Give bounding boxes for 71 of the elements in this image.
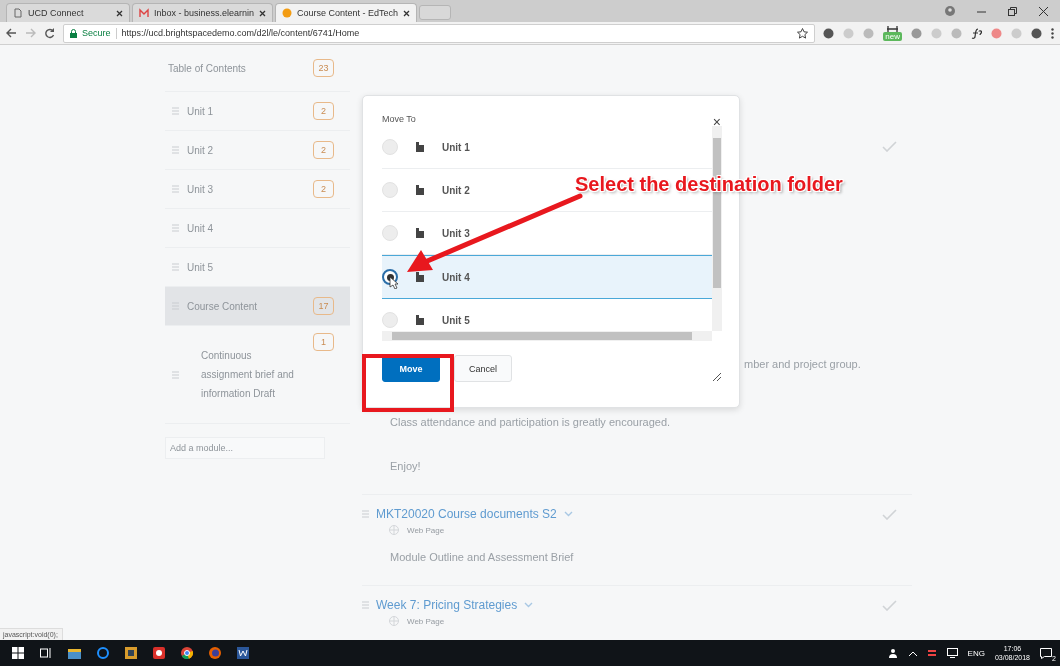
page-icon (13, 8, 23, 18)
close-icon[interactable] (1039, 6, 1048, 16)
browser-tab[interactable]: Inbox - business.elearnin (132, 3, 274, 22)
extension-icon[interactable] (1031, 27, 1042, 39)
description-text: Class attendance and participation is greatly encouraged. (390, 416, 671, 428)
restore-icon[interactable] (1008, 6, 1017, 16)
language-indicator[interactable]: ENG (967, 648, 985, 658)
binder-icon (416, 272, 424, 282)
topic-type: Web Page (407, 525, 445, 535)
description-text: Enjoy! (390, 460, 421, 472)
close-icon[interactable] (259, 9, 267, 17)
check-icon (882, 141, 897, 152)
folder-icon[interactable] (68, 647, 81, 659)
binder-icon (416, 185, 424, 195)
close-button[interactable]: × (712, 114, 721, 130)
chrome-logo-icon[interactable] (181, 647, 193, 659)
count-badge: 2 (313, 102, 334, 120)
topic-description: Module Outline and Assessment Brief (390, 551, 574, 563)
topic-type: Web Page (407, 616, 445, 626)
count-badge: 1 (313, 333, 334, 351)
folder-option[interactable]: Unit 5 (382, 312, 470, 328)
extension-icon[interactable] (823, 27, 835, 39)
binder-icon (416, 315, 424, 325)
binder-icon (416, 228, 424, 238)
caret-up-icon[interactable] (908, 650, 917, 656)
task-view-icon[interactable] (40, 647, 52, 659)
more-menu-icon[interactable] (1051, 27, 1054, 39)
profile-icon[interactable] (945, 6, 955, 16)
secure-label: Secure (82, 28, 111, 38)
mail-icon (139, 8, 149, 18)
binder-icon (416, 142, 424, 152)
windows-logo-icon[interactable] (12, 647, 24, 659)
lock-icon (70, 28, 77, 38)
reload-icon[interactable] (44, 27, 55, 39)
ruler-icon (887, 25, 899, 32)
star-icon[interactable] (797, 27, 809, 39)
new-badge: new (883, 31, 902, 41)
check-icon (882, 599, 897, 611)
browser-tab[interactable]: Course Content - EdTech (275, 3, 418, 22)
close-icon[interactable] (403, 9, 411, 17)
cancel-button[interactable]: Cancel (454, 355, 512, 382)
folder-option[interactable]: Unit 3 (382, 225, 470, 241)
url-text: https://ucd.brightspacedemo.com/d2l/le/content/6741/Home (121, 28, 360, 38)
check-icon (882, 508, 897, 520)
people-icon[interactable] (888, 648, 899, 658)
address-bar[interactable]: Secure https://ucd.brightspacedemo.com/d2l/le/content/6741/Home (63, 23, 816, 43)
count-badge: 2 (313, 180, 334, 198)
firefox-logo-icon[interactable] (209, 647, 221, 659)
browser-tab[interactable]: UCD Connect (6, 3, 130, 22)
pointer-cursor-icon (389, 276, 398, 289)
word-logo-icon[interactable] (237, 647, 249, 659)
horizontal-scrollbar[interactable] (382, 331, 712, 341)
app-icon[interactable] (153, 647, 165, 659)
monitor-icon[interactable] (946, 648, 958, 658)
circle-icon (282, 8, 293, 18)
description-text: mber and project group. (744, 358, 861, 372)
globe-icon (389, 616, 399, 626)
function-icon[interactable] (971, 27, 982, 39)
speech-bubble-icon (1040, 647, 1052, 659)
add-module-field[interactable]: Add a module... (165, 437, 325, 459)
folder-option[interactable]: Unit 1 (382, 139, 470, 155)
count-badge: 23 (313, 59, 334, 77)
resize-grip-icon (713, 372, 721, 381)
annotation-label: Select the destination folder (575, 173, 843, 196)
globe-icon (389, 525, 399, 535)
back-icon[interactable] (6, 28, 17, 38)
count-badge: 2 (313, 141, 334, 159)
count-badge: 17 (313, 297, 334, 315)
dialog-title: Move To (382, 114, 416, 124)
folder-option[interactable]: Unit 2 (382, 182, 470, 198)
close-icon[interactable] (116, 9, 123, 17)
